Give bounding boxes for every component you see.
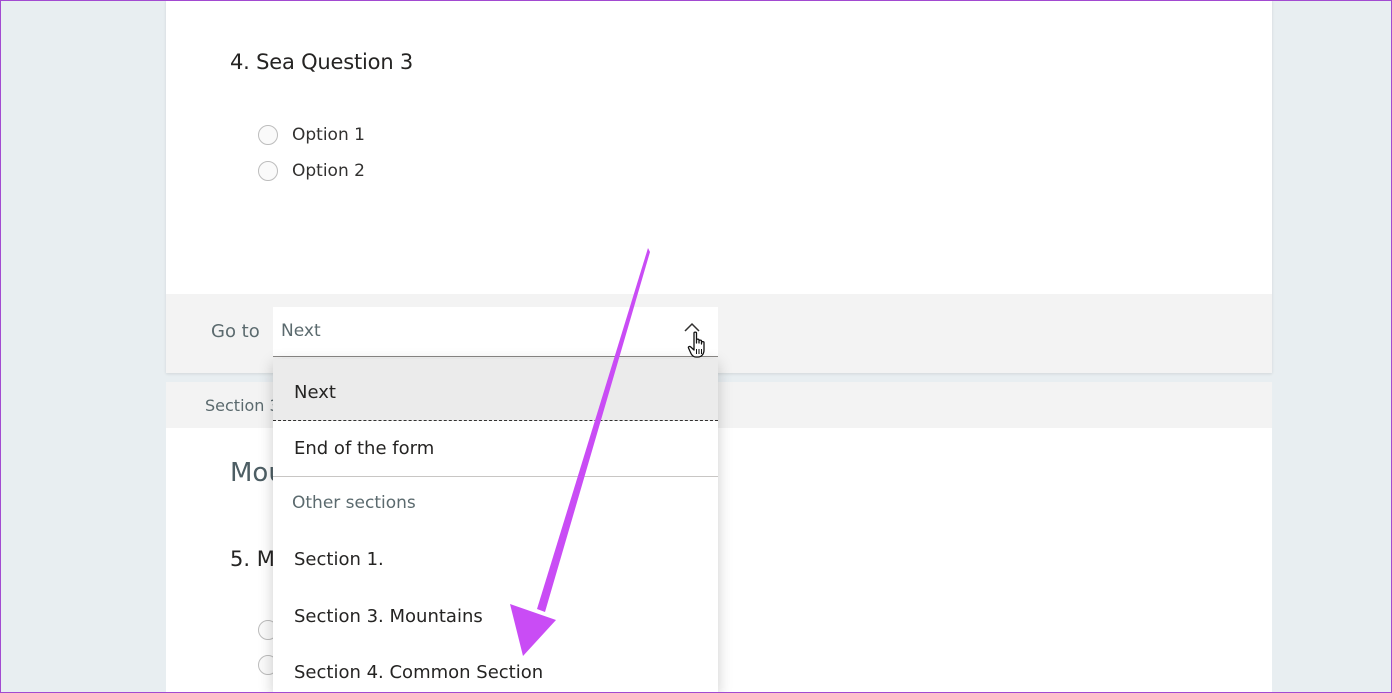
section-header-label: Section 3	[205, 396, 280, 415]
option-2[interactable]: Option 2	[258, 159, 365, 183]
dropdown-option-end-of-form[interactable]: End of the form	[273, 421, 718, 477]
dropdown-option-next[interactable]: Next	[273, 359, 718, 421]
dropdown-option-label: Section 4. Common Section	[294, 662, 544, 683]
dropdown-option-label: Section 3. Mountains	[294, 606, 483, 627]
goto-select[interactable]: Next	[273, 307, 718, 358]
option-label: Option 2	[292, 161, 365, 181]
goto-selected-value: Next	[281, 321, 321, 341]
radio-button[interactable]	[258, 161, 278, 181]
dropdown-option-label: Next	[294, 382, 336, 403]
option-1[interactable]: Option 1	[258, 123, 365, 147]
dropdown-group-label: Other sections	[292, 493, 416, 513]
dropdown-option-label: End of the form	[294, 438, 435, 459]
dropdown-option-section-3[interactable]: Section 3. Mountains	[273, 589, 718, 646]
dropdown-option-section-4[interactable]: Section 4. Common Section	[273, 646, 718, 693]
dropdown-option-label: Section 1.	[294, 549, 384, 570]
dropdown-option-section-1[interactable]: Section 1.	[273, 533, 718, 589]
question-card: 4. Sea Question 3 Option 1 Option 2 Go t…	[166, 0, 1272, 373]
question-title: 5. M	[230, 547, 275, 571]
option-label: Option 1	[292, 125, 365, 145]
goto-dropdown-menu: Next End of the form Other sections Sect…	[273, 359, 718, 693]
goto-label: Go to	[211, 321, 260, 342]
question-title: 4. Sea Question 3	[230, 50, 414, 74]
radio-button[interactable]	[258, 125, 278, 145]
dropdown-group-header: Other sections	[273, 477, 718, 533]
hand-cursor-icon	[687, 331, 705, 358]
